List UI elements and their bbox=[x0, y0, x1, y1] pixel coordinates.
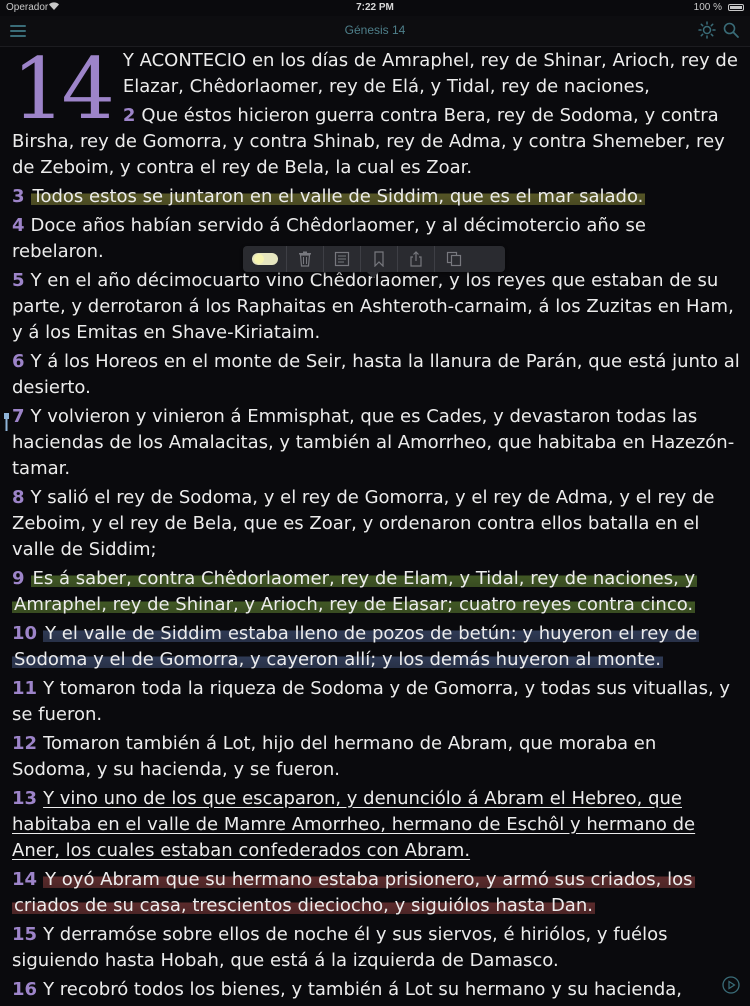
copy-icon bbox=[446, 251, 461, 267]
verse-text: Y á los Horeos en el monte de Seir, hast… bbox=[12, 351, 740, 398]
verse-text: Y el valle de Siddim estaba lleno de poz… bbox=[12, 623, 700, 670]
verse[interactable]: 6Y á los Horeos en el monte de Seir, has… bbox=[12, 349, 740, 401]
verse-text: Y volvieron y vinieron á Emmisphat, que … bbox=[12, 406, 735, 479]
verse[interactable]: 11 Y tomaron toda la riqueza de Sodoma y … bbox=[12, 676, 740, 728]
verse[interactable]: Y ACONTECIO en los días de Amraphel, rey… bbox=[12, 48, 740, 100]
nav-bar: Génesis 14 bbox=[0, 16, 750, 47]
verse[interactable]: 5Y en el año décimocuarto vino Chêdorlao… bbox=[12, 268, 740, 346]
status-bar: Operador 7:22 PM 100 % bbox=[0, 0, 750, 16]
verse-text: Y vino uno de los que escaparon, y denun… bbox=[12, 788, 696, 861]
verse[interactable]: 16 Y recobró todos los bienes, y también … bbox=[12, 977, 740, 1003]
verse-number: 7 bbox=[12, 406, 25, 427]
search-icon[interactable] bbox=[722, 21, 740, 39]
brightness-icon[interactable] bbox=[698, 21, 716, 39]
trash-icon bbox=[299, 251, 311, 267]
highlight-color-icon bbox=[251, 253, 278, 265]
verse-text: Y salió el rey de Sodoma, y el rey de Go… bbox=[12, 487, 715, 560]
audio-play-icon[interactable] bbox=[722, 976, 740, 994]
verse[interactable]: 9 Es á saber, contra Chêdorlaomer, rey de… bbox=[12, 566, 740, 618]
bookmark-icon bbox=[374, 251, 384, 267]
toolbar-pointer bbox=[367, 272, 379, 278]
verse-text: Y tomaron toda la riqueza de Sodoma y de… bbox=[12, 678, 731, 725]
verse-number: 4 bbox=[12, 215, 25, 236]
verse-number: 3 bbox=[12, 186, 25, 207]
note-icon bbox=[334, 251, 350, 267]
share-icon bbox=[410, 251, 422, 267]
verse-text: Y recobró todos los bienes, y también á … bbox=[43, 979, 683, 1000]
verse-text: Que éstos hicieron guerra contra Bera, r… bbox=[12, 105, 725, 178]
verse-number: 14 bbox=[12, 869, 38, 890]
verse-number: 6 bbox=[12, 351, 25, 372]
battery-percent: 100 % bbox=[693, 2, 722, 13]
verse-text: Todos estos se juntaron en el valle de S… bbox=[30, 186, 646, 207]
chapter-text: 14 Y ACONTECIO en los días de Amraphel, … bbox=[12, 40, 740, 1006]
verse-text: Tomaron también á Lot, hijo del hermano … bbox=[12, 733, 657, 780]
chapter-number: 14 bbox=[12, 40, 115, 138]
delete-button[interactable] bbox=[287, 246, 324, 272]
verse[interactable]: 12 Tomaron también á Lot, hijo del herman… bbox=[12, 731, 740, 783]
verse-text: Y ACONTECIO en los días de Amraphel, rey… bbox=[122, 50, 738, 97]
verse-text: Es á saber, contra Chêdorlaomer, rey de … bbox=[12, 568, 698, 615]
copy-button[interactable] bbox=[435, 246, 472, 272]
verse-number: 11 bbox=[12, 678, 38, 699]
verse-number: 13 bbox=[12, 788, 38, 809]
verse-action-toolbar bbox=[243, 246, 505, 272]
verse-text: Y derramóse sobre ellos de noche él y su… bbox=[12, 924, 668, 971]
verse-number: 10 bbox=[12, 623, 38, 644]
bookmark-button[interactable] bbox=[361, 246, 398, 272]
clock: 7:22 PM bbox=[356, 2, 394, 13]
verse[interactable]: 13 Y vino uno de los que escaparon, y den… bbox=[12, 786, 740, 864]
verse[interactable]: 14 Y oyó Abram que su hermano estaba pris… bbox=[12, 867, 740, 919]
note-button[interactable] bbox=[324, 246, 361, 272]
verse-number: 9 bbox=[12, 568, 25, 589]
verse[interactable]: 7Y volvieron y vinieron á Emmisphat, que… bbox=[12, 404, 740, 482]
verse-text: Y oyó Abram que su hermano estaba prisio… bbox=[12, 869, 695, 916]
verse-number: 8 bbox=[12, 487, 25, 508]
verse-number: 2 bbox=[122, 105, 136, 126]
verse-number: 15 bbox=[12, 924, 38, 945]
verse-number: 5 bbox=[12, 270, 25, 291]
page-title[interactable]: Génesis 14 bbox=[0, 23, 750, 37]
verse-number: 12 bbox=[12, 733, 38, 754]
verse-number: 16 bbox=[12, 979, 38, 1000]
verse[interactable]: 2 Que éstos hicieron guerra contra Bera, … bbox=[12, 103, 740, 181]
selection-handle[interactable] bbox=[4, 413, 9, 431]
highlight-color-button[interactable] bbox=[243, 246, 287, 272]
verse[interactable]: 8Y salió el rey de Sodoma, y el rey de G… bbox=[12, 485, 740, 563]
verse[interactable]: 10 Y el valle de Siddim estaba lleno de p… bbox=[12, 621, 740, 673]
verse[interactable]: 3 Todos estos se juntaron en el valle de … bbox=[12, 184, 740, 210]
battery-icon bbox=[728, 4, 744, 11]
verse[interactable]: 15 Y derramóse sobre ellos de noche él y … bbox=[12, 922, 740, 974]
verse-text: Y en el año décimocuarto vino Chêdorlaom… bbox=[12, 270, 734, 343]
share-button[interactable] bbox=[398, 246, 435, 272]
